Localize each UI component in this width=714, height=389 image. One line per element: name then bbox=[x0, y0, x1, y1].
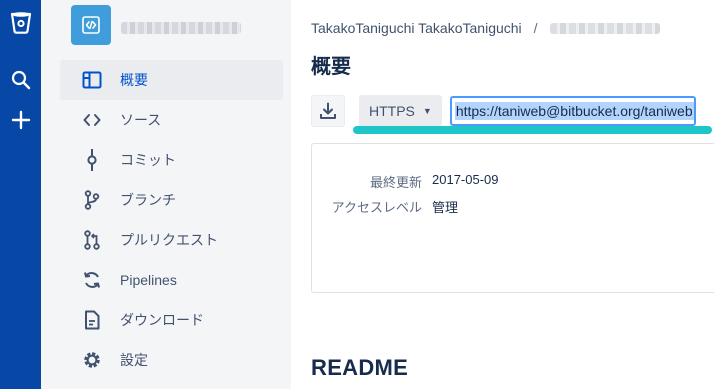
info-key: 最終更新 bbox=[369, 175, 422, 190]
sidebar-item-label: コミット bbox=[120, 152, 176, 168]
sidebar-item-commits[interactable]: コミット bbox=[60, 140, 283, 180]
sidebar-item-settings[interactable]: 設定 bbox=[60, 340, 283, 380]
global-nav bbox=[0, 0, 41, 389]
download-file-icon bbox=[80, 308, 104, 332]
code-icon bbox=[80, 108, 104, 132]
sidebar-item-pull-requests[interactable]: プルリクエスト bbox=[60, 220, 283, 260]
sidebar-item-source[interactable]: ソース bbox=[60, 100, 283, 140]
chevron-down-icon: ▼ bbox=[422, 106, 432, 116]
sidebar-item-downloads[interactable]: ダウンロード bbox=[60, 300, 283, 340]
clone-protocol-label: HTTPS bbox=[369, 103, 415, 119]
project-sidebar: 概要 ソース コミット ブランチ プルリクエスト Pipelines ダウンロー… bbox=[41, 0, 291, 389]
sidebar-item-label: プルリクエスト bbox=[120, 232, 218, 248]
overview-icon bbox=[80, 68, 104, 92]
code-brackets-icon bbox=[82, 16, 100, 34]
sidebar-item-overview[interactable]: 概要 bbox=[60, 60, 283, 100]
sidebar-item-label: ダウンロード bbox=[120, 312, 204, 328]
sidebar-item-label: Pipelines bbox=[120, 272, 177, 288]
sidebar-item-pipelines[interactable]: Pipelines bbox=[60, 260, 283, 300]
page-title: 概要 bbox=[311, 56, 351, 78]
search-icon[interactable] bbox=[0, 66, 41, 94]
breadcrumb-repo-redacted[interactable] bbox=[549, 22, 660, 34]
branch-icon bbox=[80, 188, 104, 212]
info-value: 2017-05-09 bbox=[432, 172, 499, 187]
clone-protocol-dropdown[interactable]: HTTPS ▼ bbox=[359, 95, 442, 127]
repo-info-panel: 最終更新 2017-05-09 アクセスレベル 管理 bbox=[311, 143, 714, 293]
breadcrumb-separator: / bbox=[533, 20, 538, 36]
sidebar-item-label: 概要 bbox=[120, 72, 148, 88]
sidebar-item-label: ソース bbox=[120, 112, 162, 128]
sidebar-item-branches[interactable]: ブランチ bbox=[60, 180, 283, 220]
sidebar-item-label: 設定 bbox=[120, 352, 148, 368]
highlight-underline bbox=[353, 126, 712, 134]
info-row-access-level: アクセスレベル 管理 bbox=[312, 197, 458, 216]
info-key: アクセスレベル bbox=[331, 200, 422, 215]
info-value: 管理 bbox=[432, 200, 459, 215]
clone-bar: HTTPS ▼ https://taniweb@bitbucket.org/ta… bbox=[311, 94, 696, 128]
sidebar-item-label: ブランチ bbox=[120, 192, 176, 208]
pipelines-icon bbox=[80, 268, 104, 292]
bitbucket-logo-icon[interactable] bbox=[0, 8, 41, 38]
clone-url-text: https://taniweb@bitbucket.org/taniweb bbox=[454, 102, 694, 120]
main-content: TakakoTaniguchi TakakoTaniguchi / 概要 HTT… bbox=[291, 0, 714, 389]
repo-avatar[interactable] bbox=[71, 5, 111, 45]
download-icon bbox=[320, 102, 336, 119]
download-button[interactable] bbox=[311, 95, 345, 127]
breadcrumb: TakakoTaniguchi TakakoTaniguchi / bbox=[311, 20, 660, 36]
readme-heading: README bbox=[311, 355, 409, 380]
pull-request-icon bbox=[80, 228, 104, 252]
clone-url-input[interactable]: https://taniweb@bitbucket.org/taniweb bbox=[449, 96, 696, 126]
commit-icon bbox=[80, 148, 104, 172]
info-row-last-updated: 最終更新 2017-05-09 bbox=[312, 172, 499, 191]
breadcrumb-owner[interactable]: TakakoTaniguchi TakakoTaniguchi bbox=[311, 20, 522, 36]
repo-name-redacted bbox=[121, 22, 241, 34]
gear-icon bbox=[80, 348, 104, 372]
plus-icon[interactable] bbox=[0, 106, 41, 134]
